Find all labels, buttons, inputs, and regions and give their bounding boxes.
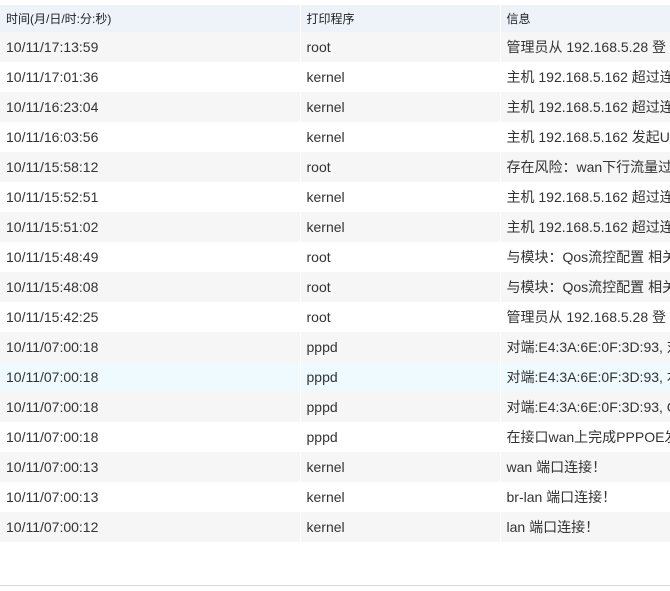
cell-time: 10/11/15:51:02 [0, 212, 300, 242]
cell-time: 10/11/17:13:59 [0, 32, 300, 62]
table-row[interactable]: 10/11/15:42:25 root 管理员从 192.168.5.28 登 [0, 302, 670, 332]
cell-printer: root [299, 242, 500, 272]
cell-time: 10/11/07:00:12 [0, 512, 300, 542]
table-row[interactable]: 10/11/07:00:18 pppd 对端:E4:3A:6E:0F:3D:93, … [0, 332, 670, 362]
cell-time: 10/11/16:03:56 [0, 122, 300, 152]
cell-time: 10/11/15:42:25 [0, 302, 300, 332]
cell-info: wan 端口连接！ [499, 452, 670, 482]
table-row[interactable]: 10/11/17:13:59 root 管理员从 192.168.5.28 登 [0, 32, 670, 62]
cell-printer: kernel [299, 182, 500, 212]
cell-printer: kernel [299, 92, 500, 122]
cell-time: 10/11/15:58:12 [0, 152, 300, 182]
table-row[interactable]: 10/11/07:00:18 pppd 在接口wan上完成PPPOE发 [0, 422, 670, 452]
cell-info: 主机 192.168.5.162 超过连 [499, 62, 670, 92]
table-row[interactable]: 10/11/15:48:08 root 与模块：Qos流控配置 相关 [0, 272, 670, 302]
cell-info: 与模块：Qos流控配置 相关 [499, 272, 670, 302]
cell-time: 10/11/17:01:36 [0, 62, 300, 92]
cell-time: 10/11/07:00:18 [0, 362, 300, 392]
cell-printer: root [299, 32, 500, 62]
cell-printer: kernel [299, 212, 500, 242]
cell-printer: pppd [299, 392, 500, 422]
cell-time: 10/11/15:52:51 [0, 182, 300, 212]
table-row[interactable]: 10/11/07:00:18 pppd 对端:E4:3A:6E:0F:3D:93, … [0, 392, 670, 422]
table-bottom-divider [0, 585, 670, 586]
cell-printer: pppd [299, 362, 500, 392]
cell-info: 主机 192.168.5.162 超过连 [499, 212, 670, 242]
cell-info: 与模块：Qos流控配置 相关 [499, 242, 670, 272]
table-header: 时间(月/日/时:分:秒) 打印程序 信息 [0, 5, 670, 32]
cell-info: 对端:E4:3A:6E:0F:3D:93, 本 [499, 362, 670, 392]
cell-info: 在接口wan上完成PPPOE发 [499, 422, 670, 452]
cell-time: 10/11/07:00:18 [0, 422, 300, 452]
table-row[interactable]: 10/11/07:00:12 kernel lan 端口连接！ [0, 512, 670, 542]
table-row[interactable]: 10/11/07:00:13 kernel wan 端口连接！ [0, 452, 670, 482]
cell-time: 10/11/07:00:18 [0, 332, 300, 362]
cell-printer: root [299, 152, 500, 182]
cell-printer: kernel [299, 512, 500, 542]
cell-time: 10/11/07:00:13 [0, 452, 300, 482]
cell-printer: root [299, 302, 500, 332]
cell-info: 主机 192.168.5.162 超过连 [499, 182, 670, 212]
cell-printer: root [299, 272, 500, 302]
cell-info: lan 端口连接！ [499, 512, 670, 542]
table-row[interactable]: 10/11/15:58:12 root 存在风险：wan下行流量过 [0, 152, 670, 182]
table-row[interactable]: 10/11/07:00:13 kernel br-lan 端口连接！ [0, 482, 670, 512]
table-row[interactable]: 10/11/15:52:51 kernel 主机 192.168.5.162 超过连 [0, 182, 670, 212]
cell-info: 管理员从 192.168.5.28 登 [499, 302, 670, 332]
cell-info: 对端:E4:3A:6E:0F:3D:93, C [499, 392, 670, 422]
table-row[interactable]: 10/11/15:48:49 root 与模块：Qos流控配置 相关 [0, 242, 670, 272]
cell-info: br-lan 端口连接！ [499, 482, 670, 512]
table-row[interactable]: 10/11/07:00:18 pppd 对端:E4:3A:6E:0F:3D:93, … [0, 362, 670, 392]
table-body: 10/11/17:13:59 root 管理员从 192.168.5.28 登 10… [0, 32, 670, 542]
cell-time: 10/11/07:00:13 [0, 482, 300, 512]
cell-printer: pppd [299, 422, 500, 452]
cell-printer: kernel [299, 482, 500, 512]
cell-time: 10/11/16:23:04 [0, 92, 300, 122]
cell-info: 主机 192.168.5.162 超过连 [499, 92, 670, 122]
column-header-info[interactable]: 信息 [499, 5, 670, 32]
cell-info: 存在风险：wan下行流量过 [499, 152, 670, 182]
column-header-time[interactable]: 时间(月/日/时:分:秒) [0, 5, 300, 32]
table-row[interactable]: 10/11/16:23:04 kernel 主机 192.168.5.162 超过连 [0, 92, 670, 122]
cell-printer: pppd [299, 332, 500, 362]
table-row[interactable]: 10/11/17:01:36 kernel 主机 192.168.5.162 超过连 [0, 62, 670, 92]
table-row[interactable]: 10/11/16:03:56 kernel 主机 192.168.5.162 发起U [0, 122, 670, 152]
system-log-table: 时间(月/日/时:分:秒) 打印程序 信息 10/11/17:13:59 root… [0, 5, 670, 542]
cell-info: 管理员从 192.168.5.28 登 [499, 32, 670, 62]
table-row[interactable]: 10/11/15:51:02 kernel 主机 192.168.5.162 超过连 [0, 212, 670, 242]
cell-time: 10/11/15:48:08 [0, 272, 300, 302]
column-header-printer[interactable]: 打印程序 [299, 5, 500, 32]
cell-time: 10/11/07:00:18 [0, 392, 300, 422]
cell-info: 主机 192.168.5.162 发起U [499, 122, 670, 152]
cell-printer: kernel [299, 452, 500, 482]
cell-time: 10/11/15:48:49 [0, 242, 300, 272]
cell-info: 对端:E4:3A:6E:0F:3D:93, 对 [499, 332, 670, 362]
cell-printer: kernel [299, 62, 500, 92]
cell-printer: kernel [299, 122, 500, 152]
